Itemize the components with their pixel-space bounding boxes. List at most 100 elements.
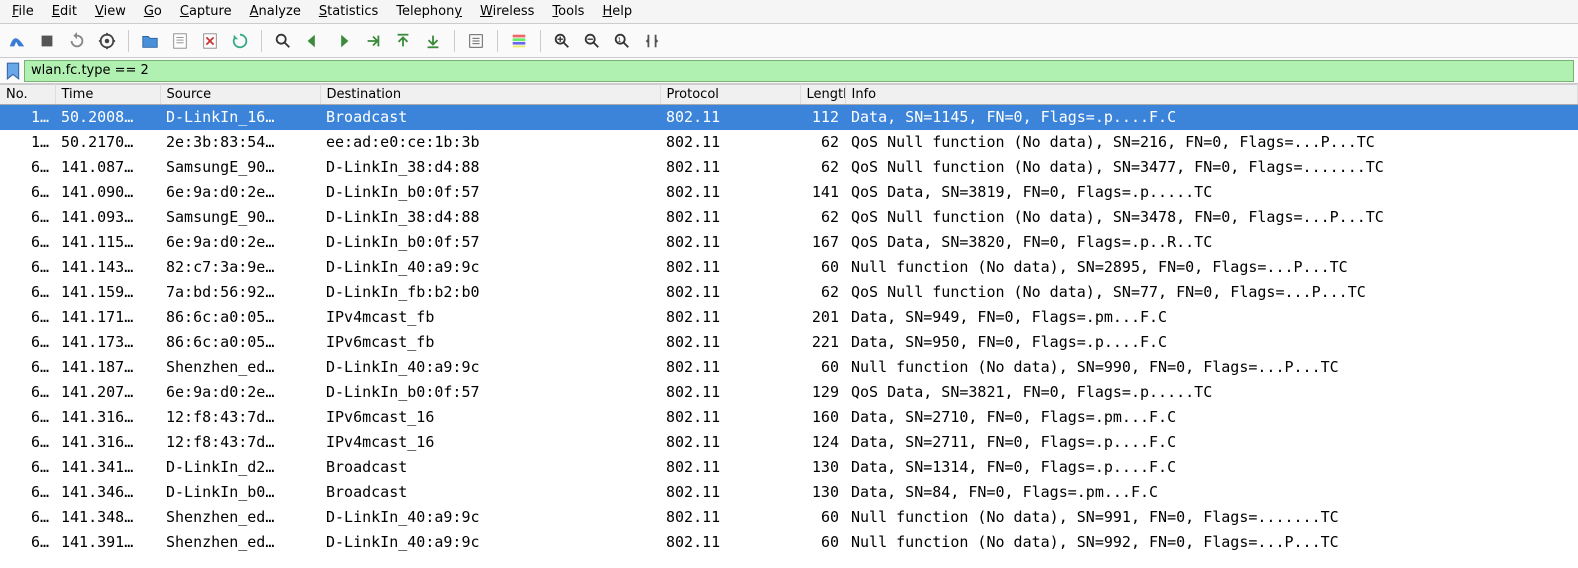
cell-info: QoS Null function (No data), SN=77, FN=0… <box>845 280 1578 305</box>
menu-tools[interactable]: Tools <box>544 2 592 21</box>
packet-row[interactable]: 6…141.316…12:f8:43:7d…IPv4mcast_16802.11… <box>0 430 1578 455</box>
cell-proto: 802.11 <box>660 430 800 455</box>
cell-info: Data, SN=84, FN=0, Flags=.pm...F.C <box>845 480 1578 505</box>
cell-info: Null function (No data), SN=991, FN=0, F… <box>845 505 1578 530</box>
col-header-length[interactable]: Length <box>800 85 845 105</box>
packet-row[interactable]: 6…141.391…Shenzhen_ed…D-LinkIn_40:a9:9c8… <box>0 530 1578 555</box>
cell-time: 141.087… <box>55 155 160 180</box>
display-filter-input[interactable] <box>24 60 1574 82</box>
packet-row[interactable]: 6…141.187…Shenzhen_ed…D-LinkIn_40:a9:9c8… <box>0 355 1578 380</box>
packet-row[interactable]: 6…141.346…D-LinkIn_b0…Broadcast802.11130… <box>0 480 1578 505</box>
cell-len: 160 <box>800 405 845 430</box>
packet-row[interactable]: 6…141.115…6e:9a:d0:2e…D-LinkIn_b0:0f:578… <box>0 230 1578 255</box>
cell-dst: IPv4mcast_16 <box>320 430 660 455</box>
go-first-icon[interactable] <box>390 28 416 54</box>
cell-proto: 802.11 <box>660 280 800 305</box>
cell-no: 6… <box>0 230 55 255</box>
cell-src: 86:6c:a0:05… <box>160 330 320 355</box>
go-forward-icon[interactable] <box>330 28 356 54</box>
packet-list-header[interactable]: No. Time Source Destination Protocol Len… <box>0 85 1578 105</box>
packet-row[interactable]: 6…141.159…7a:bd:56:92…D-LinkIn_fb:b2:b08… <box>0 280 1578 305</box>
cell-proto: 802.11 <box>660 455 800 480</box>
packet-row[interactable]: 6…141.173…86:6c:a0:05…IPv6mcast_fb802.11… <box>0 330 1578 355</box>
shark-fin-icon[interactable] <box>4 28 30 54</box>
menu-file[interactable]: File <box>4 2 42 21</box>
cell-no: 6… <box>0 530 55 555</box>
go-to-icon[interactable] <box>360 28 386 54</box>
packet-row[interactable]: 6…141.143…82:c7:3a:9e…D-LinkIn_40:a9:9c8… <box>0 255 1578 280</box>
cell-dst: D-LinkIn_b0:0f:57 <box>320 230 660 255</box>
cell-time: 141.207… <box>55 380 160 405</box>
cell-no: 6… <box>0 405 55 430</box>
col-header-dest[interactable]: Destination <box>320 85 660 105</box>
cell-dst: D-LinkIn_b0:0f:57 <box>320 180 660 205</box>
menu-view[interactable]: View <box>87 2 134 21</box>
menu-help[interactable]: Help <box>594 2 640 21</box>
packet-row[interactable]: 6…141.093…SamsungE_90…D-LinkIn_38:d4:888… <box>0 205 1578 230</box>
menu-statistics[interactable]: Statistics <box>311 2 386 21</box>
col-header-proto[interactable]: Protocol <box>660 85 800 105</box>
stop-icon[interactable] <box>34 28 60 54</box>
col-header-info[interactable]: Info <box>845 85 1578 105</box>
restart-icon[interactable] <box>64 28 90 54</box>
cell-info: QoS Data, SN=3819, FN=0, Flags=.p.....TC <box>845 180 1578 205</box>
cell-proto: 802.11 <box>660 505 800 530</box>
colorize-icon[interactable] <box>506 28 532 54</box>
cell-len: 112 <box>800 105 845 131</box>
cell-len: 60 <box>800 530 845 555</box>
save-icon[interactable] <box>167 28 193 54</box>
cell-info: Data, SN=1145, FN=0, Flags=.p....F.C <box>845 105 1578 131</box>
menu-go[interactable]: Go <box>136 2 170 21</box>
packet-row[interactable]: 6…141.087…SamsungE_90…D-LinkIn_38:d4:888… <box>0 155 1578 180</box>
main-toolbar: 1 <box>0 24 1578 58</box>
packet-row[interactable]: 6…141.171…86:6c:a0:05…IPv4mcast_fb802.11… <box>0 305 1578 330</box>
cell-len: 124 <box>800 430 845 455</box>
cell-no: 6… <box>0 180 55 205</box>
menu-analyze[interactable]: Analyze <box>242 2 309 21</box>
bookmark-icon[interactable] <box>4 62 22 80</box>
packet-list[interactable]: No. Time Source Destination Protocol Len… <box>0 84 1578 555</box>
zoom-in-icon[interactable] <box>549 28 575 54</box>
cell-proto: 802.11 <box>660 205 800 230</box>
cell-time: 141.316… <box>55 430 160 455</box>
zoom-out-icon[interactable] <box>579 28 605 54</box>
open-icon[interactable] <box>137 28 163 54</box>
cell-len: 130 <box>800 455 845 480</box>
packet-row[interactable]: 1…50.2170…2e:3b:83:54…ee:ad:e0:ce:1b:3b8… <box>0 130 1578 155</box>
go-back-icon[interactable] <box>300 28 326 54</box>
packet-row[interactable]: 6…141.207…6e:9a:d0:2e…D-LinkIn_b0:0f:578… <box>0 380 1578 405</box>
packet-row[interactable]: 6…141.341…D-LinkIn_d2…Broadcast802.11130… <box>0 455 1578 480</box>
col-header-source[interactable]: Source <box>160 85 320 105</box>
menu-edit[interactable]: Edit <box>44 2 85 21</box>
packet-row[interactable]: 1…50.2008…D-LinkIn_16…Broadcast802.11112… <box>0 105 1578 131</box>
cell-time: 141.316… <box>55 405 160 430</box>
cell-src: Shenzhen_ed… <box>160 505 320 530</box>
close-file-icon[interactable] <box>197 28 223 54</box>
cell-info: QoS Data, SN=3821, FN=0, Flags=.p.....TC <box>845 380 1578 405</box>
zoom-reset-icon[interactable]: 1 <box>609 28 635 54</box>
auto-scroll-icon[interactable] <box>463 28 489 54</box>
cell-no: 6… <box>0 255 55 280</box>
reload-icon[interactable] <box>227 28 253 54</box>
menu-wireless[interactable]: Wireless <box>472 2 542 21</box>
cell-time: 141.391… <box>55 530 160 555</box>
packet-row[interactable]: 6…141.348…Shenzhen_ed…D-LinkIn_40:a9:9c8… <box>0 505 1578 530</box>
menu-telephony[interactable]: Telephony <box>388 2 470 21</box>
find-icon[interactable] <box>270 28 296 54</box>
cell-dst: IPv6mcast_fb <box>320 330 660 355</box>
svg-text:1: 1 <box>618 36 622 43</box>
cell-info: QoS Null function (No data), SN=216, FN=… <box>845 130 1578 155</box>
col-header-time[interactable]: Time <box>55 85 160 105</box>
packet-row[interactable]: 6…141.316…12:f8:43:7d…IPv6mcast_16802.11… <box>0 405 1578 430</box>
cell-src: SamsungE_90… <box>160 155 320 180</box>
cell-proto: 802.11 <box>660 380 800 405</box>
packet-row[interactable]: 6…141.090…6e:9a:d0:2e…D-LinkIn_b0:0f:578… <box>0 180 1578 205</box>
resize-columns-icon[interactable] <box>639 28 665 54</box>
cell-time: 50.2008… <box>55 105 160 131</box>
options-icon[interactable] <box>94 28 120 54</box>
go-last-icon[interactable] <box>420 28 446 54</box>
col-header-no[interactable]: No. <box>0 85 55 105</box>
cell-src: 12:f8:43:7d… <box>160 405 320 430</box>
cell-time: 141.093… <box>55 205 160 230</box>
menu-capture[interactable]: Capture <box>172 2 240 21</box>
